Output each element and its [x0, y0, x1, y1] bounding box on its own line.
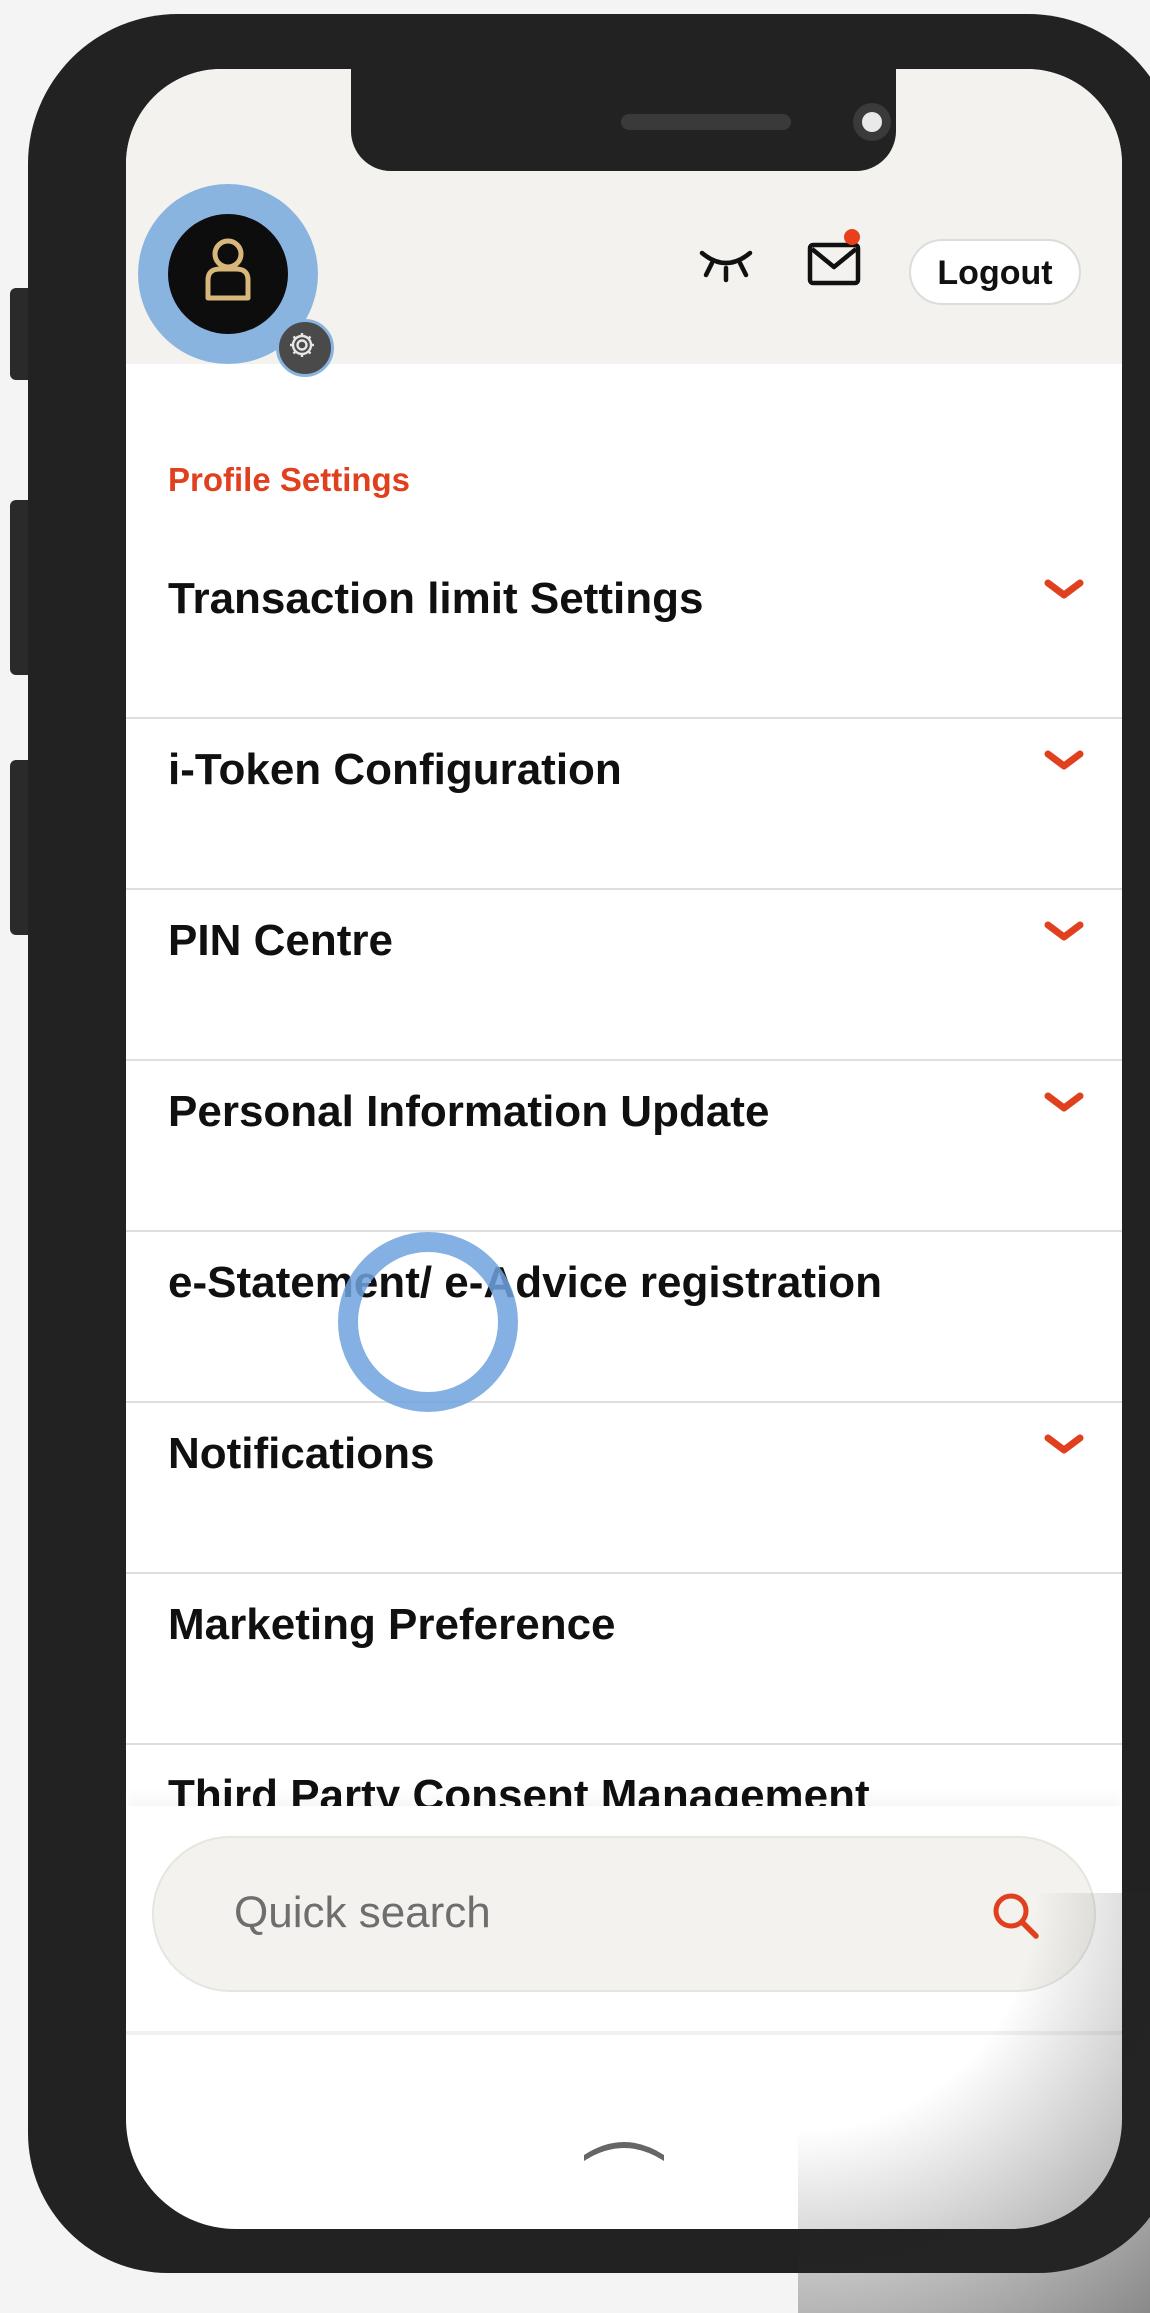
menu-item-notifications[interactable]: Notifications [126, 1404, 1122, 1574]
menu-item-label: Marketing Preference [168, 1600, 616, 1649]
chevron-down-icon [1044, 579, 1084, 599]
logout-button[interactable]: Logout [909, 239, 1081, 305]
device-notch [351, 69, 896, 171]
gear-icon [290, 333, 314, 357]
chevron-down-icon [1044, 750, 1084, 770]
menu-item-pin-centre[interactable]: PIN Centre [126, 891, 1122, 1061]
phone-frame: Logout Profile Settings Transaction limi… [28, 14, 1150, 2313]
menu-item-label: e-Statement/ e-Advice registration [168, 1258, 882, 1307]
search-placeholder: Quick search [234, 1888, 491, 1937]
chevron-up-icon[interactable] [578, 2129, 670, 2169]
menu-item-itoken-configuration[interactable]: i-Token Configuration [126, 720, 1122, 890]
search-icon[interactable] [990, 1890, 1042, 1942]
divider [126, 1059, 1122, 1061]
menu-item-label: Personal Information Update [168, 1087, 770, 1136]
mail-icon[interactable] [806, 237, 864, 289]
avatar-button[interactable] [168, 214, 334, 377]
divider [126, 1572, 1122, 1574]
menu-item-personal-information-update[interactable]: Personal Information Update [126, 1062, 1122, 1232]
divider [126, 888, 1122, 890]
chevron-down-icon [1044, 1092, 1084, 1112]
notch-camera [853, 103, 891, 141]
menu-item-estatement-registration[interactable]: e-Statement/ e-Advice registration [126, 1233, 1122, 1403]
user-icon [205, 238, 251, 301]
menu-item-label: i-Token Configuration [168, 745, 622, 794]
avatar-tap-highlight [138, 184, 334, 377]
chevron-down-icon [1044, 1434, 1084, 1454]
chevron-down-icon [1044, 921, 1084, 941]
search-input[interactable]: Quick search [152, 1836, 1096, 1992]
settings-badge [276, 319, 334, 377]
notch-speaker [621, 114, 791, 130]
divider [126, 1230, 1122, 1232]
unread-indicator [844, 229, 860, 245]
menu-item-label: PIN Centre [168, 916, 393, 965]
menu-item-transaction-limit[interactable]: Transaction limit Settings [126, 549, 1122, 719]
divider [126, 717, 1122, 719]
menu-item-label: Notifications [168, 1429, 435, 1478]
divider [126, 1743, 1122, 1745]
menu-item-marketing-preference[interactable]: Marketing Preference [126, 1575, 1122, 1745]
eye-closed-icon[interactable] [698, 247, 754, 283]
menu-item-label: Transaction limit Settings [168, 574, 704, 623]
screen: Logout Profile Settings Transaction limi… [126, 69, 1122, 2229]
panel-divider [126, 2031, 1122, 2035]
tap-indicator [338, 1232, 518, 1412]
divider [126, 1401, 1122, 1403]
section-title: Profile Settings [168, 461, 411, 498]
